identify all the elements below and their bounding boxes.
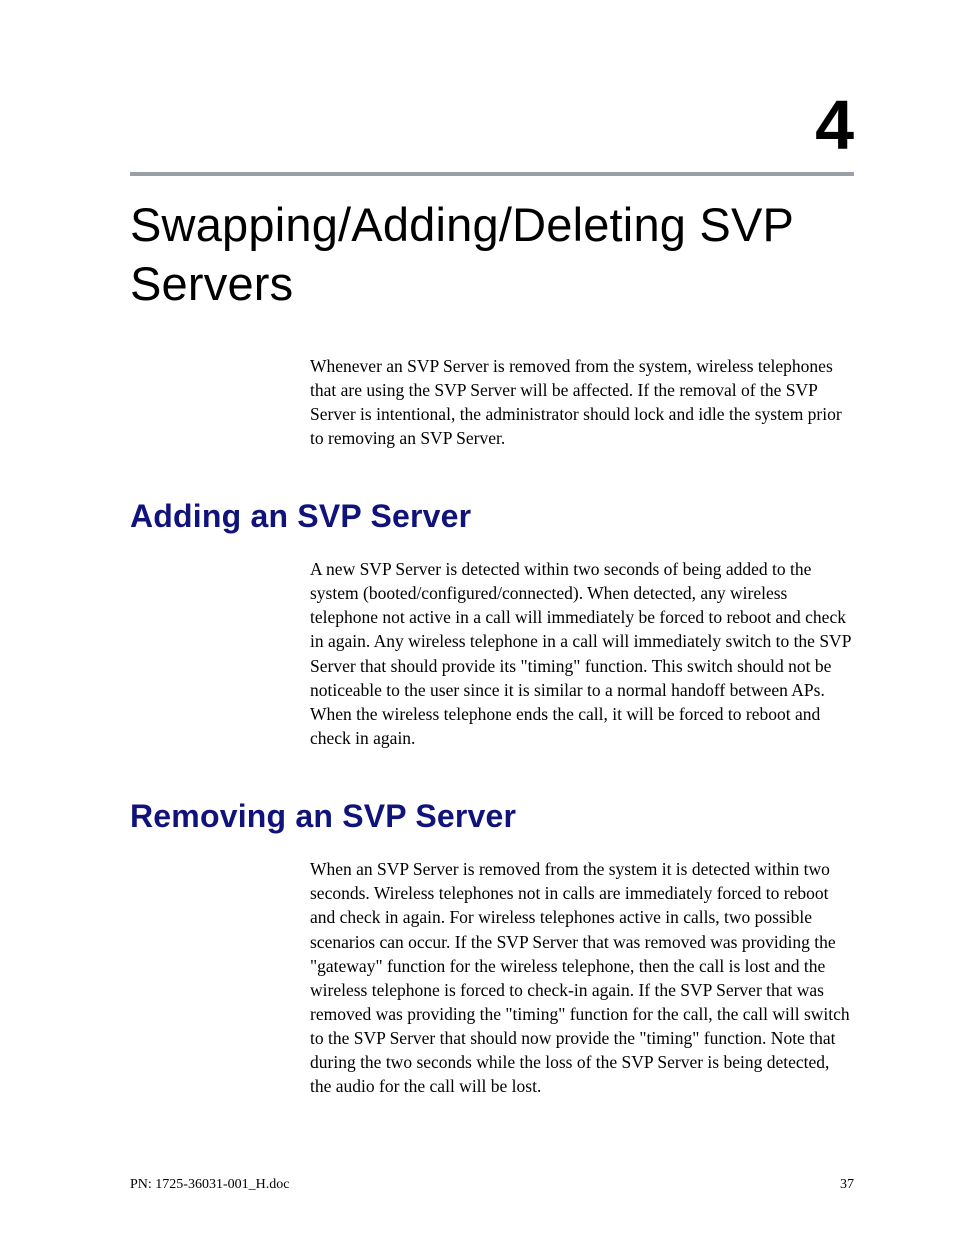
document-page: 4 Swapping/Adding/Deleting SVP Servers W… — [0, 0, 954, 1235]
footer-doc-id: PN: 1725-36031-001_H.doc — [130, 1177, 289, 1193]
section-heading-removing: Removing an SVP Server — [130, 798, 854, 835]
section-body-removing: When an SVP Server is removed from the s… — [310, 857, 854, 1098]
chapter-intro-paragraph: Whenever an SVP Server is removed from t… — [310, 354, 854, 451]
section-body-adding: A new SVP Server is detected within two … — [310, 557, 854, 750]
horizontal-rule — [130, 172, 854, 176]
footer-page-number: 37 — [840, 1177, 854, 1193]
chapter-number: 4 — [130, 90, 854, 160]
page-footer: PN: 1725-36031-001_H.doc 37 — [130, 1177, 854, 1193]
chapter-title: Swapping/Adding/Deleting SVP Servers — [130, 196, 854, 314]
section-heading-adding: Adding an SVP Server — [130, 498, 854, 535]
